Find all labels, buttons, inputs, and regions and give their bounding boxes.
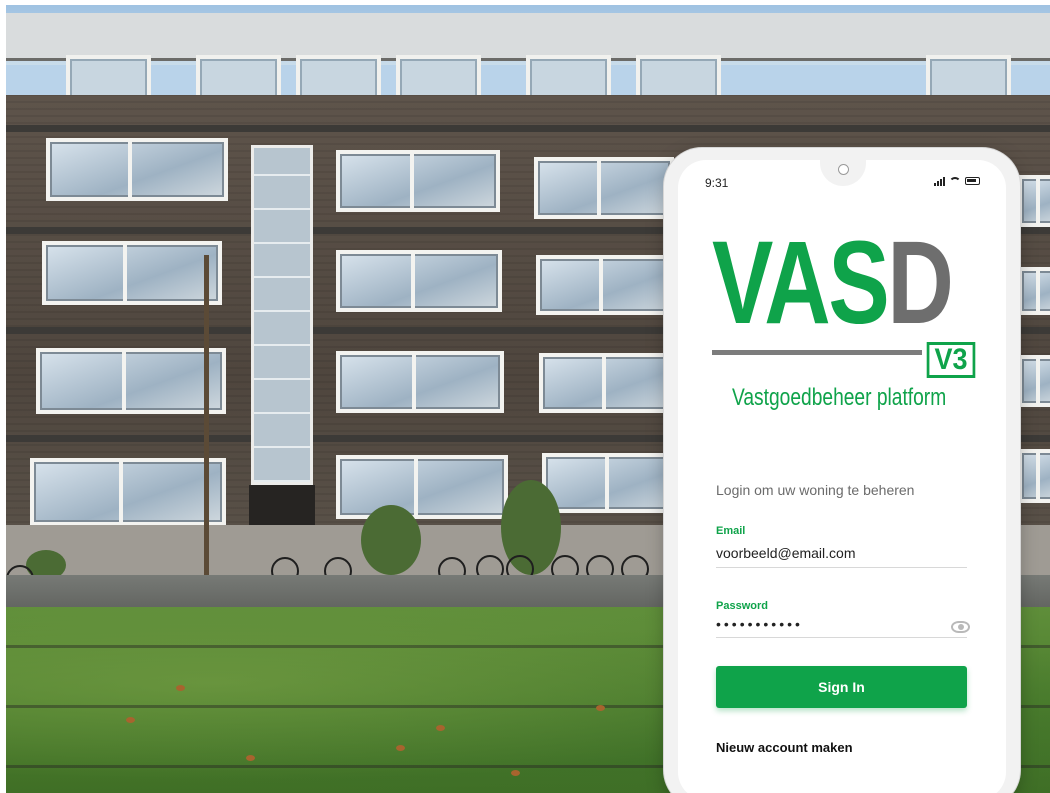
roof-band xyxy=(6,13,1050,61)
new-account-link[interactable]: Nieuw account maken xyxy=(716,740,853,755)
status-icons xyxy=(934,176,980,186)
fallen-leaf xyxy=(246,755,255,761)
window xyxy=(336,351,504,413)
window xyxy=(336,250,502,312)
vasd-logo: VASD V3 Vastgoedbeheer platform xyxy=(712,224,977,411)
window xyxy=(534,157,674,219)
window xyxy=(542,453,682,513)
logo-underline xyxy=(712,350,922,355)
stairwell-window xyxy=(251,145,313,485)
window xyxy=(536,255,676,315)
window xyxy=(46,138,228,201)
logo-version-badge: V3 xyxy=(926,342,976,378)
fallen-leaf xyxy=(596,705,605,711)
wifi-icon xyxy=(949,176,961,186)
shrub xyxy=(361,505,421,575)
eye-icon[interactable] xyxy=(951,621,970,633)
signal-icon xyxy=(934,176,945,186)
window xyxy=(336,150,500,212)
window xyxy=(539,353,679,413)
young-tree xyxy=(204,255,209,595)
password-value: ••••••••••• xyxy=(716,616,803,632)
login-screen: 9:31 VASD V3 Vastgoedbeheer platform Log… xyxy=(678,160,1006,793)
phone-frame: 9:31 VASD V3 Vastgoedbeheer platform Log… xyxy=(664,148,1020,793)
login-intro-text: Login om uw woning te beheren xyxy=(716,482,915,498)
floor-ledge xyxy=(6,125,1050,132)
fallen-leaf xyxy=(396,745,405,751)
logo-wordmark-green: VAS xyxy=(712,217,890,349)
fallen-leaf xyxy=(511,770,520,776)
window xyxy=(1018,355,1050,407)
window xyxy=(1018,267,1050,315)
fallen-leaf xyxy=(126,717,135,723)
window xyxy=(36,348,226,414)
fallen-leaf xyxy=(436,725,445,731)
email-field[interactable] xyxy=(716,538,967,568)
camera-icon xyxy=(838,164,849,175)
window xyxy=(42,241,222,305)
sign-in-button[interactable]: Sign In xyxy=(716,666,967,708)
logo-tagline: Vastgoedbeheer platform xyxy=(732,384,947,411)
window xyxy=(336,455,508,519)
battery-icon xyxy=(965,177,980,185)
window xyxy=(30,458,226,526)
logo-wordmark-grey: D xyxy=(887,217,953,349)
window xyxy=(1018,449,1050,503)
email-label: Email xyxy=(716,525,746,537)
window xyxy=(1018,175,1050,227)
status-time: 9:31 xyxy=(705,176,729,190)
fallen-leaf xyxy=(176,685,185,691)
logo-wordmark: VASD xyxy=(712,224,954,342)
